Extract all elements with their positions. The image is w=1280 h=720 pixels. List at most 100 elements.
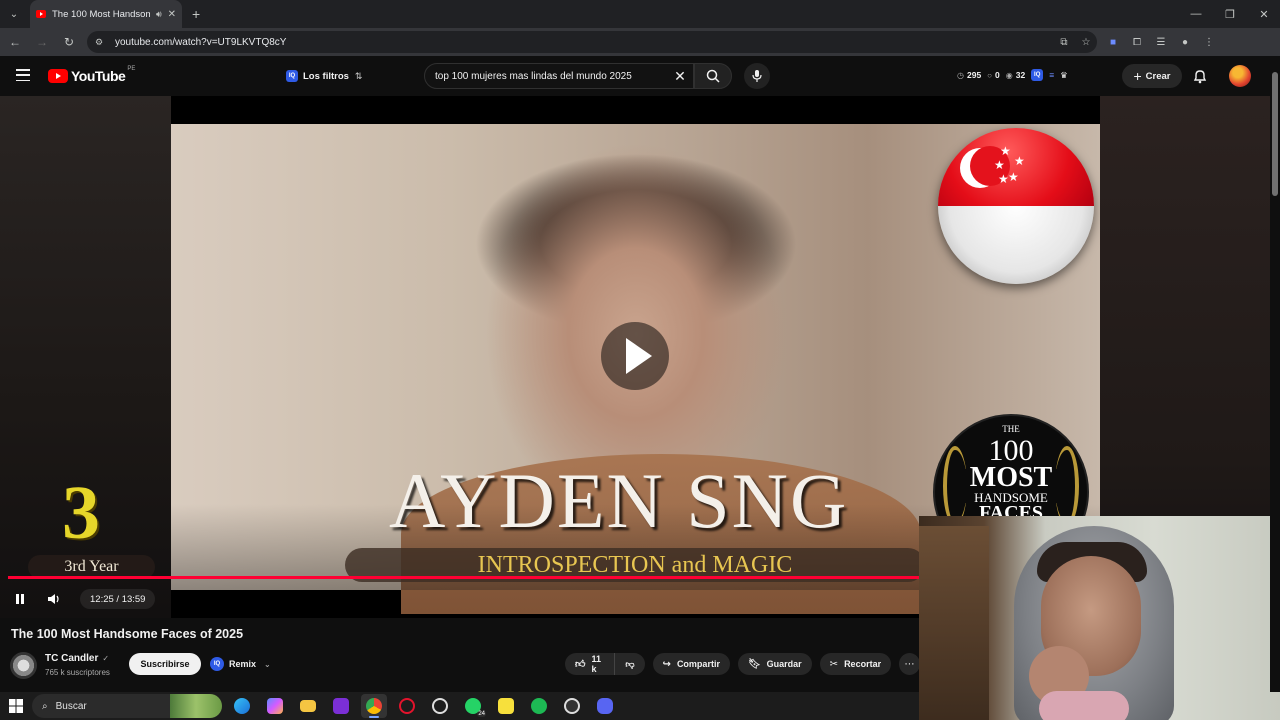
save-button[interactable]: 🔖︎ Guardar xyxy=(737,653,812,675)
opera-icon[interactable] xyxy=(394,694,420,718)
list-icon[interactable]: ≡ xyxy=(1049,70,1054,80)
pause-icon xyxy=(16,594,24,604)
share-button[interactable]: ↪ Compartir xyxy=(652,653,730,675)
new-tab-button[interactable]: + xyxy=(192,6,200,22)
window-controls: — ❐ ✕ xyxy=(1178,0,1280,28)
webcam-overlay xyxy=(919,516,1280,720)
close-window-button[interactable]: ✕ xyxy=(1248,0,1280,28)
close-tab-icon[interactable]: ✕ xyxy=(168,9,176,20)
discord-icon[interactable] xyxy=(592,694,618,718)
install-app-icon[interactable]: ⧉ xyxy=(1053,37,1075,48)
subscribe-button[interactable]: Suscribirse xyxy=(129,653,201,675)
chatgpt-icon[interactable] xyxy=(427,694,453,718)
filters-button[interactable]: IQ Los filtros ⇅ xyxy=(286,65,362,87)
search-icon xyxy=(706,69,720,83)
restore-button[interactable]: ❐ xyxy=(1214,0,1246,28)
search-button[interactable] xyxy=(694,63,732,89)
clip-button[interactable]: ✂ Recortar xyxy=(819,653,892,675)
spotify-icon[interactable] xyxy=(526,694,552,718)
overlay-name: AYDEN SNG xyxy=(389,457,849,544)
dislikes-stat: ○ 0 xyxy=(987,70,1000,80)
channel-name[interactable]: TC Candler ✓ xyxy=(45,653,109,664)
overlay-rank-number: 3 xyxy=(62,471,100,555)
pause-button[interactable] xyxy=(6,586,34,612)
like-button[interactable]: 👍︎ 11 k xyxy=(565,653,616,675)
extensions-puzzle-icon[interactable]: ⧠ xyxy=(1125,30,1149,54)
eye-icon: ◉ xyxy=(1005,70,1013,80)
remix-button[interactable]: IQ Remix ⌄ xyxy=(210,653,271,675)
extension-icon[interactable]: ■ xyxy=(1101,30,1125,54)
scrollbar-thumb[interactable] xyxy=(1272,72,1278,196)
windows-start-icon[interactable] xyxy=(4,694,28,718)
whatsapp-icon[interactable]: 24 xyxy=(460,694,486,718)
forward-button[interactable]: → xyxy=(30,30,54,54)
speaker-icon[interactable]: 🔊︎ xyxy=(156,9,162,20)
search-highlight-image xyxy=(170,694,222,718)
reading-list-icon[interactable]: ☰ xyxy=(1149,30,1173,54)
whatsapp-badge: 24 xyxy=(477,711,486,717)
chrome-icon[interactable] xyxy=(361,694,387,718)
clear-search-icon[interactable]: ✕ xyxy=(667,68,693,85)
taskbar-search[interactable]: ⌕ Buscar xyxy=(32,694,222,718)
extension-stats: ◷ 295 ○ 0 ◉ 32 IQ ≡ ♛ xyxy=(957,69,1074,81)
minimize-button[interactable]: — xyxy=(1180,0,1212,28)
search-query: top 100 mujeres mas lindas del mundo 202… xyxy=(435,70,632,82)
search-input[interactable]: top 100 mujeres mas lindas del mundo 202… xyxy=(424,63,694,89)
iq-icon[interactable]: IQ xyxy=(1031,69,1044,81)
subscriber-count: 765 k suscriptores xyxy=(45,668,110,677)
windows-taskbar: ⌕ Buscar 24 xyxy=(0,692,919,720)
player-controls: 12:25 / 13:59 xyxy=(0,586,919,612)
more-actions-button[interactable]: ⋯ xyxy=(899,653,920,675)
youtube-wordmark: YouTube xyxy=(71,68,126,84)
profile-icon[interactable]: ● xyxy=(1173,30,1197,54)
time-display: 12:25 / 13:59 xyxy=(80,589,156,609)
like-dislike-pill: 👍︎ 11 k 👎︎ xyxy=(565,653,645,675)
sort-icon: ⇅ xyxy=(354,70,363,81)
tab-search-menu[interactable]: ⌄ xyxy=(4,4,24,24)
channel-row: TC Candler ✓ 765 k suscriptores Suscribi… xyxy=(10,650,920,680)
edge-icon[interactable] xyxy=(229,694,255,718)
play-icon[interactable] xyxy=(601,322,669,390)
watching-stat: ◉ 32 xyxy=(1005,70,1026,80)
tab-title: The 100 Most Handsome Fa xyxy=(52,8,150,20)
filters-label: Los filtros xyxy=(303,70,349,82)
bookmark-star-icon[interactable]: ☆ xyxy=(1075,37,1097,48)
volume-icon xyxy=(48,594,59,604)
reload-button[interactable]: ↻ xyxy=(57,30,81,54)
trophy-icon[interactable]: ♛ xyxy=(1060,70,1068,81)
plus-icon: + xyxy=(1133,68,1142,84)
verified-check-icon: ✓ xyxy=(102,654,110,663)
notifications-bell-icon[interactable] xyxy=(1192,68,1208,84)
views-stat: ◷ 295 xyxy=(957,70,982,80)
sticky-notes-icon[interactable] xyxy=(493,694,519,718)
copilot-icon[interactable] xyxy=(262,694,288,718)
search-icon: ⌕ xyxy=(42,700,48,712)
microphone-icon xyxy=(752,70,762,82)
browser-tab-active[interactable]: The 100 Most Handsome Fa 🔊︎ ✕ xyxy=(30,0,182,28)
obs-icon[interactable] xyxy=(559,694,585,718)
share-icon: ↪ xyxy=(662,658,671,670)
account-avatar[interactable] xyxy=(1229,65,1251,87)
create-button[interactable]: + Crear xyxy=(1122,64,1182,88)
youtube-favicon-icon xyxy=(36,10,46,18)
purple-app-icon[interactable] xyxy=(328,694,354,718)
address-bar[interactable]: ⚙︎ youtube.com/watch?v=UT9LKVTQ8cY ⧉ ☆ xyxy=(87,31,1097,53)
site-info-icon[interactable]: ⚙︎ xyxy=(95,37,109,48)
browser-menu-icon[interactable]: ⋮ xyxy=(1197,30,1221,54)
dislike-button[interactable]: 👎︎ xyxy=(615,653,644,675)
channel-avatar[interactable] xyxy=(10,652,37,679)
volume-button[interactable] xyxy=(40,586,68,612)
circle-icon: ○ xyxy=(987,70,993,80)
voice-search-button[interactable] xyxy=(744,63,770,89)
youtube-logo[interactable]: YouTube PE xyxy=(48,66,135,84)
menu-icon[interactable] xyxy=(16,69,30,81)
file-explorer-icon[interactable] xyxy=(295,694,321,718)
browser-tab-bar: ⌄ The 100 Most Handsome Fa 🔊︎ ✕ + — ❐ ✕ xyxy=(0,0,1280,28)
browser-toolbar: ← → ↻ ⚙︎ youtube.com/watch?v=UT9LKVTQ8cY… xyxy=(0,28,1280,56)
singapore-flag-icon: ★ ★ ★ ★ ★ xyxy=(938,128,1094,284)
video-title: The 100 Most Handsome Faces of 2025 xyxy=(11,627,244,641)
back-button[interactable]: ← xyxy=(3,30,27,54)
video-actions: 👍︎ 11 k 👎︎ ↪ Compartir 🔖︎ Guardar ✂ Reco… xyxy=(565,653,920,675)
page-scrollbar[interactable] xyxy=(1270,56,1280,692)
thumbs-up-icon: 👍︎ xyxy=(575,659,586,670)
